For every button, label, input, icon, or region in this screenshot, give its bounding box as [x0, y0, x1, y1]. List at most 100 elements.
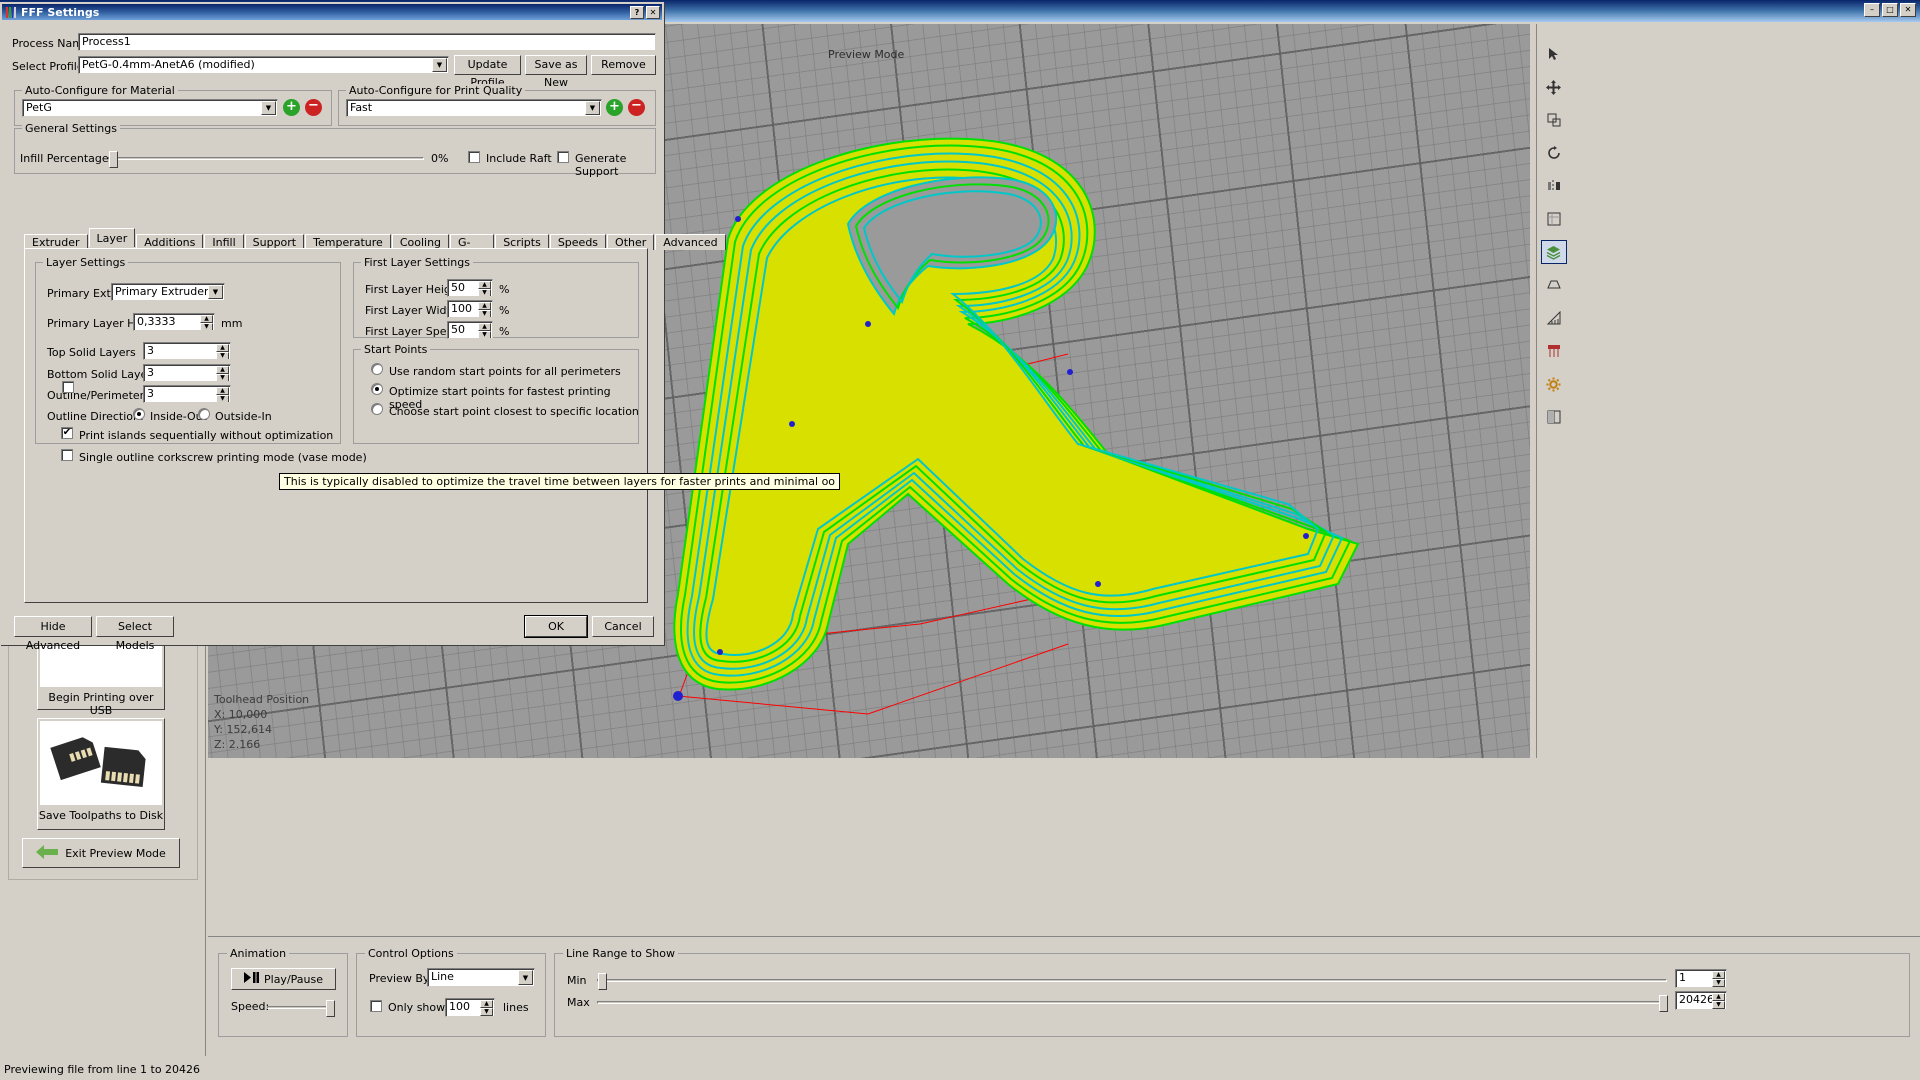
animation-group: Animation Play/Pause Speed: — [218, 947, 348, 1037]
spinner-arrows[interactable]: ▲ ▼ — [216, 366, 229, 381]
infill-slider-thumb[interactable] — [109, 151, 118, 168]
close-button[interactable]: ✕ — [646, 5, 660, 19]
select-profile-combo[interactable]: PetG-0.4mm-AnetA6 (modified) ▼ — [78, 56, 449, 74]
fff-settings-dialog: FFF Settings ? ✕ Process Name: Process1 … — [0, 2, 841, 652]
max-value-input[interactable]: 20426 ▲ ▼ — [1675, 991, 1727, 1010]
only-show-lines-input[interactable]: 100 ▲ ▼ — [445, 998, 495, 1017]
update-profile-button[interactable]: Update Profile — [454, 55, 521, 89]
help-button[interactable]: ? — [630, 5, 644, 19]
auto-configure-material-title: Auto-Configure for Material — [22, 84, 178, 97]
spinner-arrows[interactable]: ▲ ▼ — [480, 1000, 493, 1016]
tab-advanced[interactable]: Advanced — [655, 234, 726, 250]
spinner-arrows[interactable]: ▲ ▼ — [1712, 993, 1725, 1009]
primary-layer-height-input[interactable]: 0,3333 ▲ ▼ — [133, 313, 215, 331]
first-layer-height-input[interactable]: 50 ▲ ▼ — [447, 279, 493, 297]
include-raft-checkbox[interactable] — [468, 151, 480, 163]
min-value-input[interactable]: 1 ▲ ▼ — [1675, 969, 1727, 988]
minimize-icon[interactable]: – — [1864, 3, 1880, 17]
bottom-solid-layers-input[interactable]: 3 ▲ ▼ — [143, 364, 231, 382]
add-quality-icon[interactable]: + — [606, 99, 623, 116]
settings-tabstrip[interactable]: Extruder Layer Additions Infill Support … — [24, 228, 727, 262]
exit-preview-mode-label: Exit Preview Mode — [65, 846, 166, 860]
mirror-icon[interactable] — [1540, 174, 1567, 198]
select-models-button[interactable]: Select Models — [96, 616, 174, 652]
move-icon[interactable] — [1540, 75, 1567, 99]
vase-mode-checkbox[interactable] — [61, 449, 73, 461]
toolhead-y: Y: 152,614 — [214, 723, 272, 736]
outline-shells-input[interactable]: 3 ▲ ▼ — [143, 385, 231, 403]
view-icon[interactable] — [1540, 207, 1567, 231]
remove-profile-button[interactable]: Remove — [591, 55, 656, 75]
application-window-controls[interactable]: – □ ✕ — [1864, 3, 1916, 17]
measure-icon[interactable] — [1540, 306, 1567, 330]
layers-icon[interactable] — [1540, 240, 1567, 264]
primary-layer-height-unit: mm — [221, 317, 243, 330]
play-pause-icon — [244, 972, 259, 986]
add-material-icon[interactable]: + — [283, 99, 300, 116]
save-as-new-button[interactable]: Save as New — [525, 55, 587, 89]
help-icon[interactable] — [1540, 405, 1567, 429]
speed-slider[interactable] — [267, 1000, 335, 1017]
outline-inside-out-radio[interactable] — [133, 408, 145, 420]
status-bar: Previewing file from line 1 to 20426 — [4, 1063, 201, 1076]
line-range-group: Line Range to Show Min 1 ▲ ▼ Max 20426 ▲ ▼ — [554, 947, 1910, 1037]
only-show-checkbox[interactable] — [370, 1000, 382, 1012]
material-combo[interactable]: PetG ▼ — [22, 99, 278, 117]
spinner-arrows[interactable]: ▲ ▼ — [478, 302, 491, 317]
primary-extruder-combo[interactable]: Primary Extruder ▼ — [111, 283, 225, 301]
hide-advanced-button[interactable]: Hide Advanced — [14, 616, 92, 652]
chevron-down-icon[interactable]: ▼ — [432, 58, 447, 72]
preview-by-select[interactable]: Line ▼ — [427, 968, 535, 987]
min-label: Min — [567, 974, 587, 987]
max-slider[interactable] — [597, 995, 1668, 1012]
chevron-down-icon[interactable]: ▼ — [261, 101, 276, 115]
start-point-closest-label: Choose start point closest to specific l… — [389, 405, 639, 418]
scale-icon[interactable] — [1540, 108, 1567, 132]
first-layer-width-input[interactable]: 100 ▲ ▼ — [447, 300, 493, 318]
start-point-optimize-radio[interactable] — [371, 383, 383, 395]
chevron-down-icon[interactable]: ▼ — [518, 970, 533, 985]
gear-icon[interactable] — [1540, 372, 1567, 396]
min-slider-thumb[interactable] — [598, 973, 607, 990]
remove-quality-icon[interactable]: − — [628, 99, 645, 116]
spinner-arrows[interactable]: ▲ ▼ — [1712, 971, 1725, 987]
process-name-input[interactable]: Process1 — [78, 33, 656, 51]
top-solid-layers-input[interactable]: 3 ▲ ▼ — [143, 342, 231, 360]
start-points-title: Start Points — [361, 343, 431, 356]
rotate-icon[interactable] — [1540, 141, 1567, 165]
maximize-icon[interactable]: □ — [1882, 3, 1898, 17]
spinner-arrows[interactable]: ▲ ▼ — [216, 344, 229, 359]
exit-preview-mode-button[interactable]: Exit Preview Mode — [22, 838, 180, 868]
support-icon[interactable] — [1540, 339, 1567, 363]
print-islands-checkbox[interactable]: ✔ — [61, 427, 73, 439]
quality-combo[interactable]: Fast ▼ — [346, 99, 602, 117]
start-point-random-radio[interactable] — [371, 363, 383, 375]
cursor-select-icon[interactable] — [1540, 42, 1567, 66]
cancel-button[interactable]: Cancel — [592, 616, 654, 637]
play-pause-button[interactable]: Play/Pause — [231, 968, 336, 990]
spinner-arrows[interactable]: ▲ ▼ — [216, 387, 229, 402]
chevron-down-icon[interactable]: ▼ — [208, 285, 223, 299]
spinner-arrows[interactable]: ▲ ▼ — [200, 315, 213, 330]
remove-material-icon[interactable]: − — [305, 99, 322, 116]
spinner-arrows[interactable]: ▲ ▼ — [478, 323, 491, 338]
dialog-titlebar[interactable]: FFF Settings ? ✕ — [2, 4, 662, 20]
max-slider-thumb[interactable] — [1659, 995, 1668, 1012]
outline-outside-in-radio[interactable] — [198, 408, 210, 420]
min-slider[interactable] — [597, 973, 1667, 990]
cross-section-icon[interactable] — [1540, 273, 1567, 297]
ok-button[interactable]: OK — [524, 615, 588, 638]
save-toolpaths-to-disk-button[interactable]: Save Toolpaths to Disk — [37, 718, 165, 830]
generate-support-checkbox[interactable] — [557, 151, 569, 163]
tab-layer[interactable]: Layer — [88, 228, 136, 247]
close-icon[interactable]: ✕ — [1900, 3, 1916, 17]
speed-slider-thumb[interactable] — [326, 1000, 335, 1017]
chevron-down-icon[interactable]: ▼ — [585, 101, 600, 115]
dialog-window-controls[interactable]: ? ✕ — [630, 5, 660, 19]
infill-percentage-slider[interactable] — [108, 151, 424, 168]
spinner-arrows[interactable]: ▲ ▼ — [478, 281, 491, 296]
toolhead-position-title: Toolhead Position — [214, 693, 310, 706]
first-layer-speed-input[interactable]: 50 ▲ ▼ — [447, 321, 493, 339]
top-solid-layers-label: Top Solid Layers — [47, 346, 136, 359]
start-point-closest-radio[interactable] — [371, 403, 383, 415]
